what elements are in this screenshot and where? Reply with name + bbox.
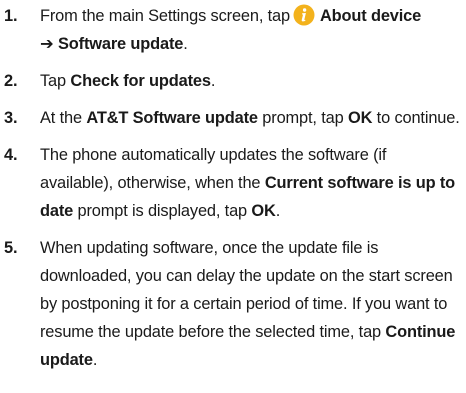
step-bold-text: About device bbox=[319, 7, 422, 25]
step-3: 3. At the AT&T Software update prompt, t… bbox=[0, 104, 466, 132]
step-text: . bbox=[183, 35, 188, 53]
step-text: . bbox=[275, 202, 281, 220]
step-number: 2. bbox=[4, 72, 18, 90]
step-number: 4. bbox=[4, 146, 18, 164]
step-5: 5. When updating software, once the upda… bbox=[0, 234, 466, 374]
step-text: . bbox=[210, 72, 216, 90]
step-2: 2. Tap Check for updates. bbox=[0, 67, 466, 95]
step-text: Tap bbox=[40, 72, 71, 90]
step-4: 4. The phone automatically updates the s… bbox=[0, 141, 466, 225]
step-1: 1. From the main Settings screen, tap Ab… bbox=[0, 2, 466, 58]
step-bold-text: Check for updates bbox=[70, 72, 211, 90]
info-icon bbox=[293, 4, 315, 26]
step-bold-text: AT&T Software update bbox=[86, 109, 258, 127]
step-number: 1. bbox=[4, 7, 18, 25]
step-text: From the main Settings screen, tap bbox=[40, 7, 290, 25]
step-text: to continue. bbox=[372, 109, 460, 127]
step-bold-text: ➔ Software update bbox=[40, 35, 184, 53]
step-number: 5. bbox=[4, 239, 18, 257]
step-text: At the bbox=[40, 109, 87, 127]
step-text: . bbox=[92, 351, 98, 369]
step-bold-text: OK bbox=[251, 202, 276, 220]
step-bold-text: OK bbox=[347, 109, 373, 127]
step-text: prompt is displayed, tap bbox=[73, 202, 252, 220]
step-text: prompt, tap bbox=[257, 109, 348, 127]
instruction-steps: 1. From the main Settings screen, tap Ab… bbox=[0, 0, 466, 374]
step-number: 3. bbox=[4, 109, 18, 127]
